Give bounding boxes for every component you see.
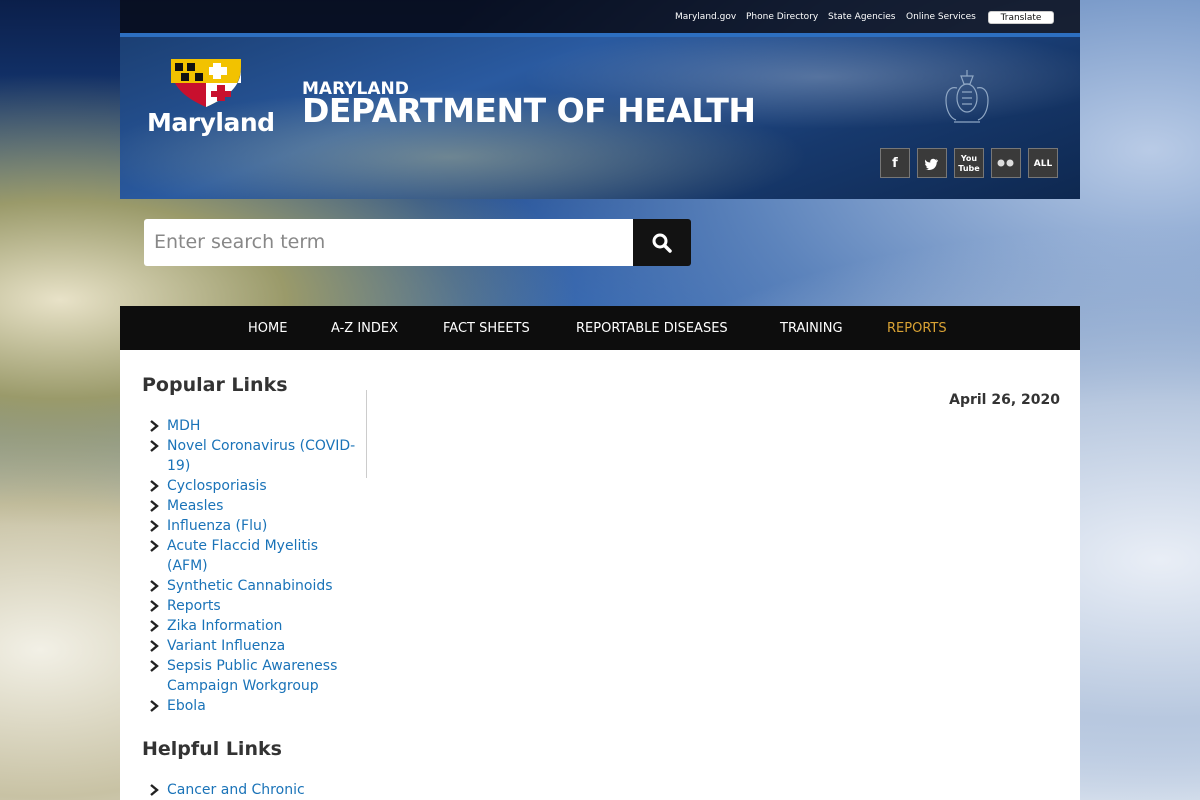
search-input[interactable]: Enter search term <box>144 219 633 266</box>
search-icon <box>652 233 672 253</box>
utility-link-state-agencies[interactable]: State Agencies <box>828 12 895 22</box>
popular-link-sepsis[interactable]: Sepsis Public Awareness Campaign Workgro… <box>147 656 357 696</box>
all-social-button[interactable]: ALL <box>1028 148 1058 178</box>
maryland-flag-icon <box>171 59 241 107</box>
popular-links-heading: Popular Links <box>142 374 288 396</box>
popular-link-measles[interactable]: Measles <box>147 496 357 516</box>
twitter-button[interactable] <box>917 148 947 178</box>
flickr-icon <box>997 159 1014 167</box>
dept-title: DEPARTMENT OF HEALTH <box>302 91 756 130</box>
twitter-icon <box>925 158 938 170</box>
popular-link-zika[interactable]: Zika Information <box>147 616 357 636</box>
flickr-button[interactable] <box>991 148 1021 178</box>
chevron-right-icon <box>150 480 159 492</box>
chevron-right-icon <box>150 500 159 512</box>
link-label: Synthetic Cannabinoids <box>167 578 333 594</box>
link-label: Measles <box>167 498 224 514</box>
youtube-button[interactable]: You Tube <box>954 148 984 178</box>
popular-link-covid[interactable]: Novel Coronavirus (COVID-19) <box>147 436 357 476</box>
page: Maryland.gov Phone Directory State Agenc… <box>120 0 1080 800</box>
utility-link-phone-directory[interactable]: Phone Directory <box>746 12 818 22</box>
nav-item-training[interactable]: TRAINING <box>780 321 843 336</box>
chevron-right-icon <box>150 660 159 672</box>
popular-link-cyclosporiasis[interactable]: Cyclosporiasis <box>147 476 357 496</box>
nav-item-fact-sheets[interactable]: FACT SHEETS <box>443 321 530 336</box>
helpful-links-list: Cancer and Chronic <box>147 780 357 800</box>
popular-link-ebola[interactable]: Ebola <box>147 696 357 716</box>
link-label: Cyclosporiasis <box>167 478 267 494</box>
link-label: Acute Flaccid Myelitis (AFM) <box>167 538 319 574</box>
chevron-right-icon <box>150 784 159 796</box>
popular-link-afm[interactable]: Acute Flaccid Myelitis (AFM) <box>147 536 357 576</box>
popular-link-synthetic-cannabinoids[interactable]: Synthetic Cannabinoids <box>147 576 357 596</box>
page-date: April 26, 2020 <box>949 392 1060 408</box>
facebook-icon: f <box>892 156 898 171</box>
link-label: Zika Information <box>167 618 283 634</box>
popular-link-reports[interactable]: Reports <box>147 596 357 616</box>
chevron-right-icon <box>150 600 159 612</box>
link-label: Cancer and Chronic <box>167 782 305 798</box>
chevron-right-icon <box>150 640 159 652</box>
popular-links-list: MDH Novel Coronavirus (COVID-19) Cyclosp… <box>147 416 357 716</box>
chevron-right-icon <box>150 420 159 432</box>
sidebar-divider <box>366 390 367 478</box>
chevron-right-icon <box>150 520 159 532</box>
facebook-button[interactable]: f <box>880 148 910 178</box>
all-icon: ALL <box>1033 159 1053 169</box>
translate-button[interactable]: Translate <box>988 11 1054 24</box>
helpful-link-cancer-chronic[interactable]: Cancer and Chronic <box>147 780 357 800</box>
chevron-right-icon <box>150 700 159 712</box>
search-button[interactable] <box>633 219 691 266</box>
nav-item-reports[interactable]: REPORTS <box>887 321 947 336</box>
helpful-links-heading: Helpful Links <box>142 738 282 760</box>
maryland-logo-text: Maryland <box>147 108 275 137</box>
nav-item-a-z-index[interactable]: A-Z INDEX <box>331 321 398 336</box>
link-label: Variant Influenza <box>167 638 286 654</box>
utility-bar: Maryland.gov Phone Directory State Agenc… <box>120 0 1080 33</box>
main-nav: HOME A-Z INDEX FACT SHEETS REPORTABLE DI… <box>120 306 1080 350</box>
youtube-icon: You Tube <box>958 154 980 173</box>
site-header: Maryland MARYLAND DEPARTMENT OF HEALTH f <box>120 37 1080 199</box>
chevron-right-icon <box>150 580 159 592</box>
popular-link-influenza[interactable]: Influenza (Flu) <box>147 516 357 536</box>
utility-link-online-services[interactable]: Online Services <box>906 12 976 22</box>
state-seal-icon <box>945 70 989 123</box>
link-label: Influenza (Flu) <box>167 518 268 534</box>
chevron-right-icon <box>150 620 159 632</box>
chevron-right-icon <box>150 540 159 552</box>
popular-link-mdh[interactable]: MDH <box>147 416 357 436</box>
link-label: Reports <box>167 598 221 614</box>
nav-item-reportable-diseases[interactable]: REPORTABLE DISEASES <box>576 321 728 336</box>
main-content: Popular Links MDH Novel Coronavirus (COV… <box>120 350 1080 800</box>
link-label: Ebola <box>167 698 206 714</box>
popular-link-variant-influenza[interactable]: Variant Influenza <box>147 636 357 656</box>
link-label: MDH <box>167 418 201 434</box>
utility-link-maryland-gov[interactable]: Maryland.gov <box>675 12 736 22</box>
nav-item-home[interactable]: HOME <box>248 321 287 336</box>
link-label: Novel Coronavirus (COVID-19) <box>167 438 356 474</box>
chevron-right-icon <box>150 440 159 452</box>
link-label: Sepsis Public Awareness Campaign Workgro… <box>167 658 338 694</box>
